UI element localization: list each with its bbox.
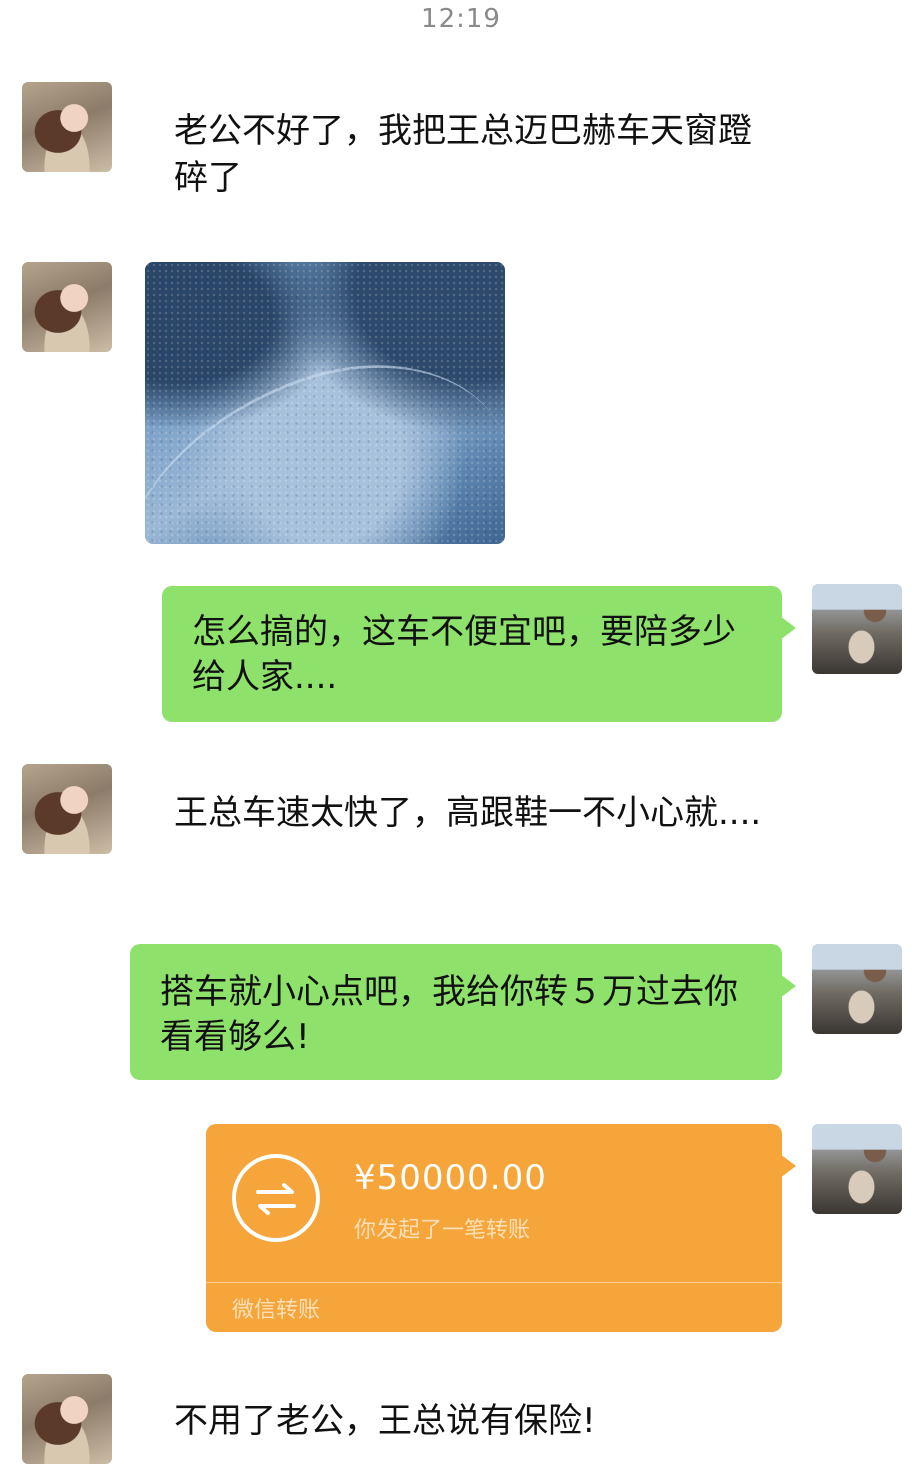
my-avatar[interactable] — [812, 1124, 902, 1214]
transfer-card[interactable]: ¥50000.00 你发起了一笔转账 微信转账 — [206, 1124, 796, 1332]
message-text: 怎么搞的，这车不便宜吧，要陪多少给人家.... — [192, 612, 736, 697]
divider — [206, 1282, 782, 1283]
message-text: 老公不好了，我把王总迈巴赫车天窗蹬碎了 — [174, 111, 752, 198]
photo-texture — [145, 262, 505, 544]
contact-avatar[interactable] — [22, 82, 112, 172]
contact-avatar[interactable] — [22, 262, 112, 352]
my-avatar[interactable] — [812, 944, 902, 1034]
status-time: 12:19 — [421, 4, 501, 34]
my-avatar[interactable] — [812, 584, 902, 674]
message-text: 王总车速太快了，高跟鞋一不小心就.... — [174, 793, 762, 833]
shared-photo[interactable] — [145, 262, 505, 544]
transfer-subtitle: 你发起了一笔转账 — [354, 1218, 531, 1243]
contact-avatar[interactable] — [22, 764, 112, 854]
message-text: 不用了老公，王总说有保险! — [174, 1401, 596, 1441]
my-message-bubble[interactable]: 怎么搞的，这车不便宜吧，要陪多少给人家.... — [162, 586, 796, 722]
transfer-amount: ¥50000.00 — [354, 1158, 547, 1198]
chat-screen: 12:19 老公不好了，我把王总迈巴赫车天窗蹬碎了 怎么搞的，这车不便宜吧，要陪… — [0, 0, 922, 1480]
my-message-bubble[interactable]: 搭车就小心点吧，我给你转５万过去你看看够么! — [130, 944, 796, 1080]
transfer-footer-label: 微信转账 — [232, 1298, 321, 1323]
message-text: 搭车就小心点吧，我给你转５万过去你看看够么! — [160, 972, 738, 1057]
contact-avatar[interactable] — [22, 1374, 112, 1464]
transfer-arrows-icon — [232, 1154, 320, 1242]
